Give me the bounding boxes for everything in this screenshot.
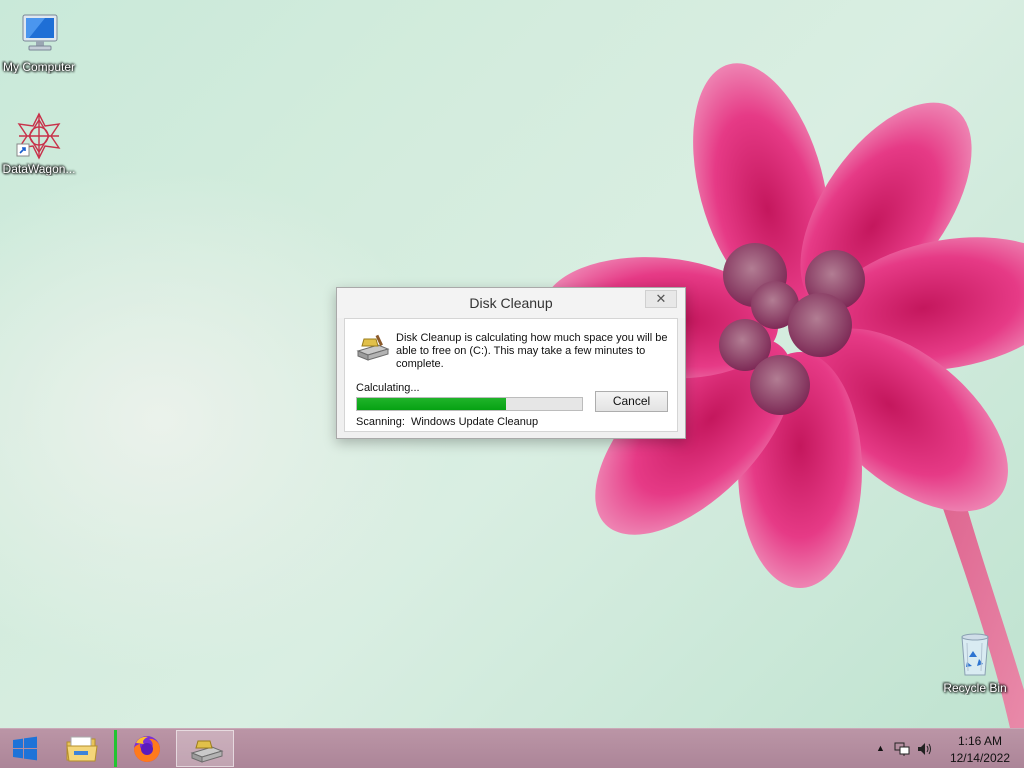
taskbar: ▲ 1:16 AM 12/14/2022 (0, 728, 1024, 768)
clock-date[interactable]: 12/14/2022 (950, 751, 1010, 765)
calculating-label: Calculating... (356, 382, 420, 394)
clock-time[interactable]: 1:16 AM (958, 734, 1002, 748)
taskbar-file-explorer[interactable] (52, 730, 110, 767)
progress-fill (357, 398, 506, 410)
taskbar-disk-cleanup[interactable] (176, 730, 234, 767)
desktop-icon-recycle-bin[interactable]: Recycle Bin (936, 631, 1014, 695)
dialog-title: Disk Cleanup (469, 295, 553, 311)
scanning-item: Windows Update Cleanup (410, 416, 539, 428)
disk-cleanup-icon (190, 740, 224, 763)
dialog-message: Disk Cleanup is calculating how much spa… (396, 332, 668, 370)
desktop-icon-datawagon[interactable]: DataWagon... (0, 112, 78, 176)
system-tray: ▲ 1:16 AM 12/14/2022 (844, 729, 1024, 768)
dialog-titlebar[interactable]: Disk Cleanup ✕ (337, 288, 685, 318)
scanning-label: Scanning: (356, 416, 405, 428)
computer-icon (22, 14, 58, 51)
disk-cleanup-icon (356, 334, 390, 361)
desktop-icon-label: DataWagon... (2, 162, 76, 176)
file-explorer-icon (66, 736, 98, 762)
recycle-bin-icon (961, 633, 989, 676)
progress-bar (356, 397, 583, 411)
start-button[interactable] (0, 729, 50, 768)
network-icon[interactable] (894, 741, 910, 757)
desktop-icon-my-computer[interactable]: My Computer (0, 10, 78, 74)
show-hidden-icons-button[interactable]: ▲ (876, 743, 885, 753)
dialog-body: Disk Cleanup is calculating how much spa… (344, 318, 678, 432)
scanning-status: Scanning: Windows Update Cleanup (356, 416, 538, 428)
datawagon-icon (16, 112, 61, 160)
desktop-icon-label: My Computer (2, 60, 76, 74)
cancel-button[interactable]: Cancel (595, 391, 668, 412)
volume-icon[interactable] (917, 741, 933, 757)
firefox-icon (134, 736, 160, 762)
taskbar-firefox[interactable] (114, 730, 172, 767)
close-icon: ✕ (655, 291, 667, 306)
disk-cleanup-dialog: Disk Cleanup ✕ Disk Cleanup is calculati… (336, 287, 686, 439)
windows-logo-icon (13, 736, 37, 761)
desktop-icon-label: Recycle Bin (943, 681, 1007, 695)
close-button[interactable]: ✕ (645, 290, 677, 308)
